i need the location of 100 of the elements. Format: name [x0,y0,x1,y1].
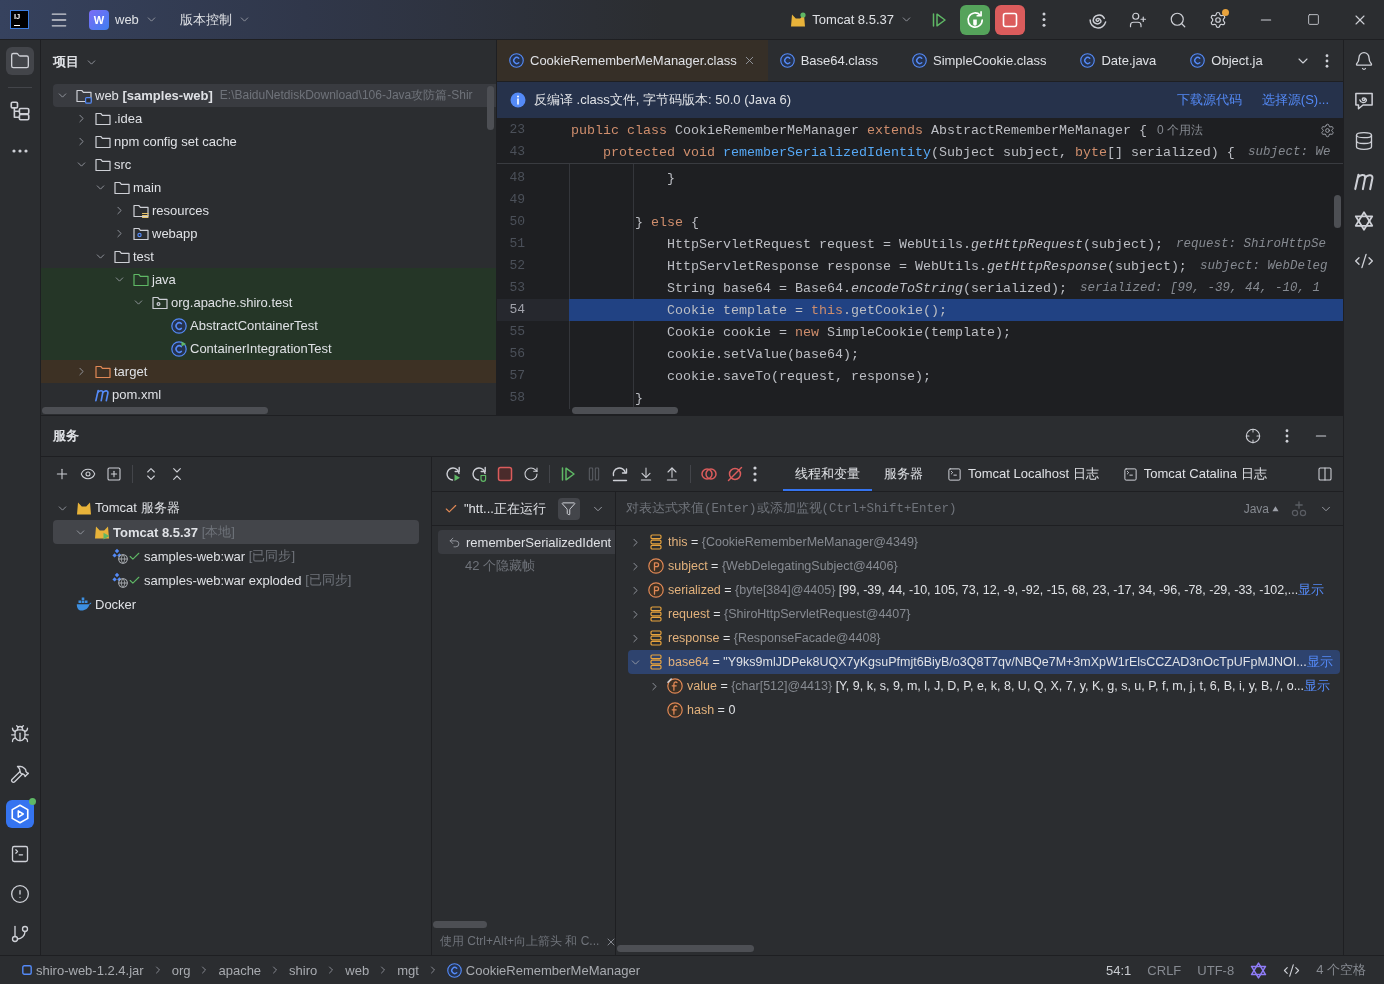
tree-item[interactable]: ContainerIntegrationTest [41,337,496,360]
editor-tab[interactable]: Date.java [1068,40,1179,81]
code-icon[interactable] [1283,961,1301,979]
breadcrumb[interactable]: shiro [289,962,318,978]
layout-icon[interactable] [1317,466,1333,482]
thread-selector[interactable]: "htt...正在运行 [464,499,546,518]
more-icon[interactable] [1285,429,1289,443]
scrollbar-thumb[interactable] [617,945,754,952]
debug-button[interactable] [960,4,990,35]
banner-link[interactable]: 下载源代码 [1176,91,1242,109]
debugger-tab[interactable]: 线程和变量 [783,457,872,491]
tool-window-button[interactable] [6,47,34,75]
refresh-icon[interactable] [523,466,539,482]
new-tab-icon[interactable] [106,466,122,482]
tree-item[interactable]: pom.xml [41,383,496,406]
crosshair-icon[interactable] [1245,428,1261,444]
banner-link[interactable]: 选择源(S)... [1261,91,1329,109]
gear-icon[interactable] [1320,123,1335,138]
code-icon[interactable] [1354,251,1374,271]
chat-icon[interactable] [1354,91,1374,111]
tree-item[interactable]: resources [41,199,496,222]
line-separator[interactable]: CRLF [1147,962,1182,978]
variable-row[interactable]: hash = 0 [628,698,1340,722]
stack-frame[interactable]: rememberSerializedIdent [438,530,615,554]
step-out-icon[interactable] [664,466,680,482]
debugger-tab[interactable]: Tomcat Catalina 日志 [1110,457,1279,491]
editor-tab[interactable]: Object.ja [1178,40,1265,81]
scrollbar-thumb[interactable] [42,407,268,414]
breadcrumb[interactable]: CookieRememberMeManager [446,962,640,978]
more-icon[interactable] [1042,12,1046,27]
plus-icon[interactable] [54,466,70,482]
scrollbar-thumb[interactable] [572,407,678,414]
show-link[interactable]: 显示 [1304,677,1331,695]
eye-icon[interactable] [80,466,96,482]
variable-row[interactable]: value = {char[512]@4413} [Y, 9, k, s, 9, m, l, J, D, P, e, k, 8, U, Q, X, 7, y, K, g, s, u, P, f, m, j, t, 6, B, i, y, B, /, o...显示 [628,674,1340,698]
tree-item[interactable]: target [41,360,496,383]
tree-item[interactable]: AbstractContainerTest [41,314,496,337]
indent-setting[interactable]: 4 个空格 [1316,961,1366,979]
vcs-menu[interactable]: 版本控制 [179,5,251,34]
maximize-icon[interactable] [1307,13,1320,26]
variable-row[interactable]: response = {ResponseFacade@4408} [628,626,1340,650]
breadcrumb[interactable]: mgt [397,962,419,978]
variable-row[interactable]: this = {CookieRememberMeManager@4349} [628,530,1340,554]
project-selector[interactable]: W web [89,5,158,34]
breadcrumb[interactable]: shiro-web-1.2.4.jar [22,962,144,978]
breakpoints-icon[interactable] [701,466,717,482]
tree-item[interactable]: npm config set cache [41,130,496,153]
scrollbar-thumb[interactable] [433,921,487,928]
breadcrumb[interactable]: apache [218,962,262,978]
refresh-play-icon[interactable] [445,466,461,482]
search-icon[interactable] [1169,10,1187,29]
resume-icon[interactable] [931,11,947,28]
show-link[interactable]: 显示 [1298,581,1325,599]
variable-row[interactable]: request = {ShiroHttpServletRequest@4407} [628,602,1340,626]
run-config-selector[interactable]: Tomcat 8.5.37 [790,5,913,34]
scrollbar-thumb[interactable] [1334,195,1341,228]
tree-item[interactable]: webapp [41,222,496,245]
debugger-tab[interactable]: Tomcat Localhost 日志 [935,457,1111,491]
variable-row[interactable]: serialized = {byte[384]@4405} [99, -39, 44, -10, 105, 73, 12, -9, -92, -15, 68, 23, -17, 34, -96, -78, -29, -33, -102,...显示 [628,578,1340,602]
more-icon[interactable] [753,466,757,482]
hexagram-icon[interactable] [1250,961,1268,979]
database-icon[interactable] [1354,131,1374,151]
tree-item[interactable]: java [41,268,496,291]
settings-icon[interactable] [1209,10,1227,29]
step-into-icon[interactable] [638,466,654,482]
tree-item[interactable]: test [41,245,496,268]
filter-button[interactable] [557,497,580,520]
tree-item[interactable]: org.apache.shiro.test [41,291,496,314]
tree-item[interactable]: Tomcat 服务器 [41,496,431,520]
tool-window-button[interactable] [6,800,34,828]
editor-tab[interactable]: Base64.class [767,40,900,81]
tree-item[interactable]: main [41,176,496,199]
refresh-bug-icon[interactable] [471,466,487,482]
step-over-icon[interactable] [612,466,628,482]
language-selector[interactable]: Java [1243,501,1279,516]
tree-item[interactable]: samples-web:war exploded [已同步] [41,568,431,592]
m-icon[interactable] [1354,171,1374,191]
more-icon[interactable] [1325,53,1329,68]
mute-breakpoints-icon[interactable] [727,466,743,482]
tree-item[interactable]: Docker [41,592,431,616]
stop-icon[interactable] [497,466,513,482]
tree-item[interactable]: .idea [41,107,496,130]
breadcrumb[interactable]: web [345,962,370,978]
project-view-selector[interactable]: 项目 [53,53,98,71]
evaluate-field[interactable]: 对表达式求值(Enter)或添加监视(Ctrl+Shift+Enter) Java [616,492,1343,526]
add-user-icon[interactable] [1129,10,1147,29]
variable-row[interactable]: base64 = "Y9ks9mlJDPek8UQX7yKgsuPfmjt6BiyB/o3Q8T7qv/NBQe7M+3mXpW1rElsCCZAD3nOcTpUFpMJNOI...显示 [628,650,1340,674]
breadcrumb[interactable]: org [171,962,191,978]
file-encoding[interactable]: UTF-8 [1197,962,1235,978]
tree-item[interactable]: src [41,153,496,176]
scrollbar-thumb[interactable] [487,86,494,130]
hexagram-icon[interactable] [1354,211,1374,231]
editor-tab[interactable]: SimpleCookie.class [900,40,1069,81]
tree-item[interactable]: samples-web:war [已同步] [41,544,431,568]
debugger-tab[interactable]: 服务器 [872,457,935,491]
bell-icon[interactable] [1354,51,1374,71]
variable-row[interactable]: subject = {WebDelegatingSubject@4406} [628,554,1340,578]
cursor-position[interactable]: 54:1 [1106,962,1132,978]
resume-icon[interactable] [560,466,576,482]
editor-tab[interactable]: CookieRememberMeManager.class [497,40,768,81]
